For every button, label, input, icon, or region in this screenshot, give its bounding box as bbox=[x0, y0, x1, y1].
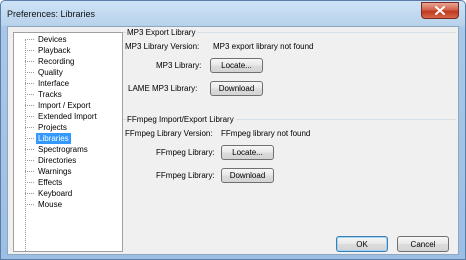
ffmpeg-version-value: FFmpeg library not found bbox=[221, 129, 311, 138]
tree-item-libraries[interactable]: Libraries bbox=[25, 133, 71, 144]
ffmpeg-download-button[interactable]: Download bbox=[221, 168, 274, 183]
tree-item-devices[interactable]: Devices bbox=[25, 34, 68, 45]
tree-item-extended-import[interactable]: Extended Import bbox=[25, 111, 99, 122]
cancel-button[interactable]: Cancel bbox=[397, 236, 449, 252]
tree-item-effects[interactable]: Effects bbox=[25, 177, 64, 188]
ffmpeg-locate-button[interactable]: Locate... bbox=[221, 145, 274, 160]
tree-item-warnings[interactable]: Warnings bbox=[25, 166, 74, 177]
lame-library-label: LAME MP3 Library: bbox=[128, 84, 198, 93]
mp3-version-value: MP3 export library not found bbox=[213, 42, 314, 51]
ffmpeg-group-title: FFmpeg Import/Export Library bbox=[127, 114, 236, 125]
tree-item-directories[interactable]: Directories bbox=[25, 155, 78, 166]
tree-item-playback[interactable]: Playback bbox=[25, 45, 72, 56]
mp3-version-label: MP3 Library Version: bbox=[125, 42, 200, 51]
ffmpeg-version-label: FFmpeg Library Version: bbox=[125, 129, 213, 138]
category-tree[interactable]: Devices Playback Recording Quality Inter… bbox=[13, 32, 123, 252]
tree-item-keyboard[interactable]: Keyboard bbox=[25, 188, 74, 199]
dialog-client-area: Devices Playback Recording Quality Inter… bbox=[7, 26, 459, 255]
tree-item-interface[interactable]: Interface bbox=[25, 78, 71, 89]
tree-item-tracks[interactable]: Tracks bbox=[25, 89, 64, 100]
preferences-window: Preferences: Libraries Devices Playback … bbox=[0, 0, 466, 260]
mp3-export-group: MP3 Export Library MP3 Library Version: … bbox=[123, 27, 456, 116]
tree-item-projects[interactable]: Projects bbox=[25, 122, 69, 133]
mp3-locate-button[interactable]: Locate... bbox=[210, 58, 263, 73]
mp3-group-title: MP3 Export Library bbox=[127, 27, 198, 38]
mp3-download-button[interactable]: Download bbox=[210, 81, 263, 96]
ffmpeg-library-label: FFmpeg Library: bbox=[156, 148, 215, 157]
close-button[interactable] bbox=[421, 2, 459, 19]
ffmpeg-group: FFmpeg Import/Export Library FFmpeg Libr… bbox=[123, 114, 456, 187]
tree-item-spectrograms[interactable]: Spectrograms bbox=[25, 144, 90, 155]
close-icon bbox=[435, 6, 445, 15]
window-title: Preferences: Libraries bbox=[7, 9, 96, 19]
tree-item-recording[interactable]: Recording bbox=[25, 56, 76, 67]
mp3-library-label: MP3 Library: bbox=[156, 61, 202, 70]
tree-item-quality[interactable]: Quality bbox=[25, 67, 65, 78]
tree-item-mouse[interactable]: Mouse bbox=[25, 199, 64, 210]
tree-item-import-export[interactable]: Import / Export bbox=[25, 100, 92, 111]
ffmpeg-download-label: FFmpeg Library: bbox=[156, 171, 215, 180]
ok-button[interactable]: OK bbox=[336, 236, 388, 252]
